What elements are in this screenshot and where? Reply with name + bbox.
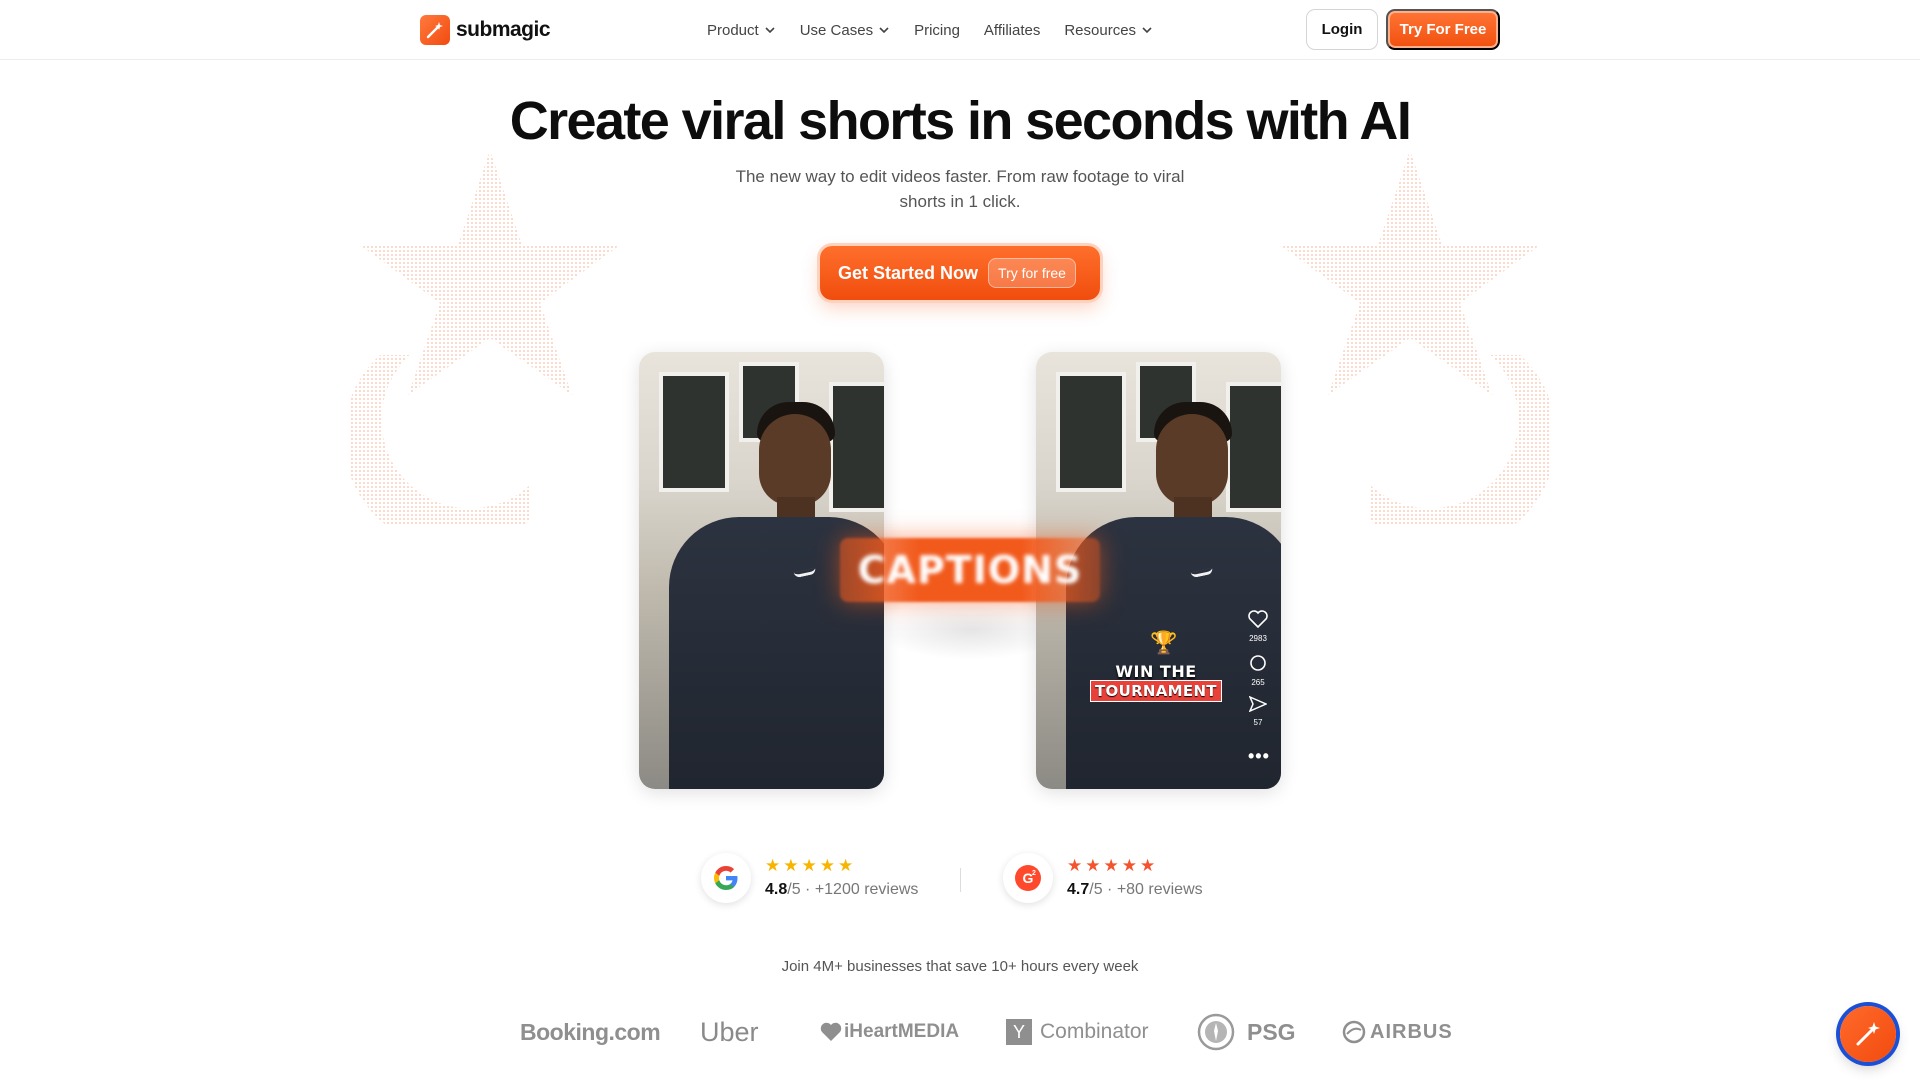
send-icon: [1248, 695, 1268, 713]
airbus-icon: [1342, 1020, 1366, 1044]
booking-logo: Booking.com: [520, 1018, 661, 1045]
ycombinator-logo: Y Combinator: [1006, 1010, 1149, 1054]
y-icon: Y: [1006, 1019, 1032, 1045]
like-count: 2983: [1249, 634, 1267, 643]
google-score-max: /5: [787, 881, 801, 898]
star-icon: ★: [819, 856, 835, 875]
heart-icon: [1248, 610, 1268, 629]
g2-icon: G 2: [1003, 853, 1053, 903]
get-started-label: Get Started Now: [838, 262, 979, 283]
star-icon: ★: [1085, 856, 1101, 875]
nav-affiliates[interactable]: Affiliates: [984, 22, 1040, 39]
chevron-down-icon: [1142, 27, 1152, 34]
hero-title: Create viral shorts in seconds with AI: [509, 91, 1412, 151]
psg-logo: PSG: [1197, 1010, 1296, 1054]
window-pane: [1056, 372, 1126, 492]
iheartmedia-logo: iHeartMEDIA: [820, 1010, 959, 1054]
psg-crest-icon: [1197, 1013, 1235, 1051]
chat-widget-button[interactable]: [1840, 1006, 1896, 1062]
google-score: 4.8/5 · +1200 reviews: [765, 881, 919, 898]
nav-product[interactable]: Product: [707, 22, 776, 39]
star-icon: ★: [765, 856, 781, 875]
google-rating: ★ ★ ★ ★ ★ 4.8/5 · +1200 reviews: [701, 852, 918, 904]
g2-rating: G 2 ★ ★ ★ ★ ★ 4.7/5 · +80 reviews: [1003, 852, 1203, 904]
google-icon: [701, 853, 751, 903]
nav-resources[interactable]: Resources: [1064, 22, 1153, 39]
person-face: [759, 414, 831, 506]
magic-wand-icon: [420, 15, 450, 45]
g2-rating-details: ★ ★ ★ ★ ★ 4.7/5 · +80 reviews: [1067, 857, 1203, 899]
nav-product-label: Product: [707, 21, 759, 39]
google-rating-details: ★ ★ ★ ★ ★ 4.8/5 · +1200 reviews: [765, 857, 918, 899]
comment-count: 265: [1251, 678, 1265, 687]
star-icon: ★: [838, 856, 854, 875]
customer-logos: Booking.com Uber iHeartMEDIA Y Combinato…: [0, 1010, 1920, 1054]
dotted-star-decoration-right: [1280, 150, 1550, 525]
share-action[interactable]: 57: [1246, 695, 1270, 727]
more-options-icon[interactable]: •••: [1248, 746, 1270, 767]
nav-links: Product Use Cases Pricing Affiliates Res…: [707, 0, 1153, 60]
psg-text: PSG: [1247, 1018, 1296, 1045]
captions-transition-text: CAPTIONS: [857, 548, 1083, 592]
try-for-free-button[interactable]: Try For Free: [1386, 9, 1500, 50]
get-started-button[interactable]: Get Started Now Try for free: [820, 246, 1100, 300]
google-review-count: +1200 reviews: [814, 881, 919, 898]
captions-transition-banner: CAPTIONS: [840, 538, 1100, 602]
google-stars: ★ ★ ★ ★ ★: [765, 857, 918, 874]
nav-resources-label: Resources: [1064, 21, 1137, 39]
share-count: 57: [1253, 718, 1263, 727]
dotted-star-decoration-left: [350, 150, 620, 525]
person-face: [1156, 414, 1228, 506]
star-icon: ★: [1103, 856, 1119, 875]
hero-subtitle: The new way to edit videos faster. From …: [735, 167, 1185, 211]
comment-icon: [1250, 655, 1266, 671]
nav-use-cases-label: Use Cases: [799, 21, 874, 39]
iheart-icon: [820, 1022, 842, 1041]
reviews-divider: [960, 868, 961, 892]
g2-score-max: /5: [1089, 881, 1103, 898]
star-icon: ★: [1140, 856, 1156, 875]
ycombinator-text: Combinator: [1040, 1020, 1149, 1043]
login-button[interactable]: Login: [1306, 9, 1378, 50]
g2-score: 4.7/5 · +80 reviews: [1067, 881, 1203, 898]
brand-name: submagic: [456, 18, 551, 41]
google-score-value: 4.8: [765, 881, 788, 898]
comment-action[interactable]: 265: [1246, 654, 1270, 687]
chevron-down-icon: [879, 27, 889, 34]
svg-text:2: 2: [1032, 870, 1036, 877]
g2-review-count: +80 reviews: [1116, 881, 1203, 898]
caption-line-2: TOURNAMENT: [1090, 680, 1222, 702]
iheartmedia-text: iHeartMEDIA: [844, 1021, 960, 1042]
nav-pricing[interactable]: Pricing: [914, 22, 960, 39]
window-pane: [1226, 382, 1281, 512]
airbus-logo: AIRBUS: [1342, 1010, 1453, 1054]
try-for-free-pill: Try for free: [988, 258, 1076, 288]
g2-score-value: 4.7: [1067, 881, 1090, 898]
top-navigation: submagic Product Use Cases Pricing Affil…: [0, 0, 1920, 60]
brand-logo[interactable]: submagic: [420, 15, 551, 45]
star-icon: ★: [1067, 856, 1083, 875]
trophy-icon: 🏆: [1150, 630, 1178, 655]
caption-line-1: WIN THE: [1115, 662, 1197, 681]
g2-stars: ★ ★ ★ ★ ★: [1067, 857, 1203, 874]
uber-logo: Uber: [700, 1016, 759, 1047]
airbus-text: AIRBUS: [1370, 1020, 1453, 1043]
social-proof-text: Join 4M+ businesses that save 10+ hours …: [781, 958, 1139, 975]
magic-wand-icon: [1856, 1022, 1880, 1046]
nav-use-cases[interactable]: Use Cases: [800, 22, 890, 39]
star-icon: ★: [801, 856, 817, 875]
window-pane: [659, 372, 729, 492]
star-icon: ★: [1121, 856, 1137, 875]
like-action[interactable]: 2983: [1246, 610, 1270, 643]
chevron-down-icon: [765, 27, 775, 34]
star-icon: ★: [783, 856, 799, 875]
window-pane: [829, 382, 884, 512]
